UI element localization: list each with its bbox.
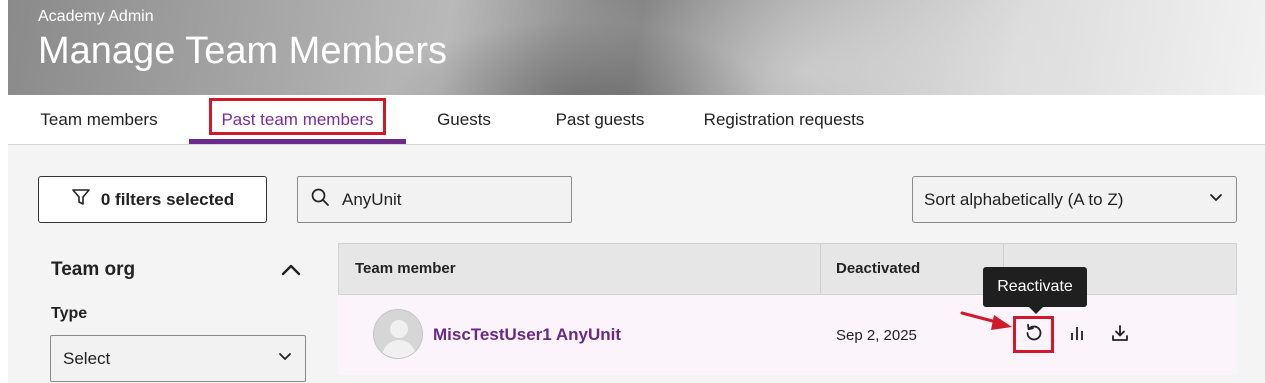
tab-team-members[interactable]: Team members <box>39 95 159 145</box>
column-header-deactivated[interactable]: Deactivated <box>836 244 920 294</box>
filters-label: 0 filters selected <box>100 189 235 209</box>
chevron-up-icon[interactable] <box>280 261 302 279</box>
avatar <box>373 309 423 359</box>
stats-button[interactable] <box>1059 319 1095 351</box>
column-header-team-member[interactable]: Team member <box>355 244 456 294</box>
annotation-arrow-icon <box>960 311 1012 330</box>
team-org-heading: Team org <box>51 259 136 280</box>
filter-icon <box>71 187 91 212</box>
reactivate-highlight-box <box>1013 316 1054 353</box>
tab-registration-requests[interactable]: Registration requests <box>698 95 870 145</box>
tab-past-guests[interactable]: Past guests <box>545 95 655 145</box>
search-field[interactable] <box>297 176 572 223</box>
member-name-link[interactable]: MiscTestUser1 AnyUnit <box>433 325 621 345</box>
type-select-value: Select <box>63 348 111 368</box>
search-input[interactable] <box>342 189 552 210</box>
tab-guests[interactable]: Guests <box>430 95 498 145</box>
table-row: MiscTestUser1 AnyUnit Sep 2, 2025 <box>338 295 1237 375</box>
search-icon <box>310 187 330 212</box>
download-icon <box>1110 323 1130 348</box>
chevron-down-icon <box>1208 189 1224 210</box>
chevron-down-icon <box>277 348 293 369</box>
sort-select[interactable]: Sort alphabetically (A to Z) <box>912 176 1237 223</box>
type-label: Type <box>51 305 88 322</box>
page-header: Academy Admin Manage Team Members <box>8 0 1265 95</box>
tab-highlight-box <box>209 98 386 135</box>
filters-button[interactable]: 0 filters selected <box>38 176 267 223</box>
header-subtitle: Academy Admin <box>38 8 154 25</box>
deactivated-date: Sep 2, 2025 <box>836 327 917 344</box>
type-select[interactable]: Select <box>50 335 306 382</box>
table-header: Team member Deactivated <box>338 243 1237 295</box>
reactivate-tooltip: Reactivate <box>983 267 1087 314</box>
bar-chart-icon <box>1067 323 1087 348</box>
sort-select-value: Sort alphabetically (A to Z) <box>924 189 1124 209</box>
download-button[interactable] <box>1102 319 1138 351</box>
tab-bar: Team members Past team members Guests Pa… <box>8 95 1265 145</box>
column-divider <box>820 244 821 294</box>
active-tab-indicator <box>189 139 406 144</box>
page-title: Manage Team Members <box>38 30 448 72</box>
left-gutter <box>0 0 8 383</box>
